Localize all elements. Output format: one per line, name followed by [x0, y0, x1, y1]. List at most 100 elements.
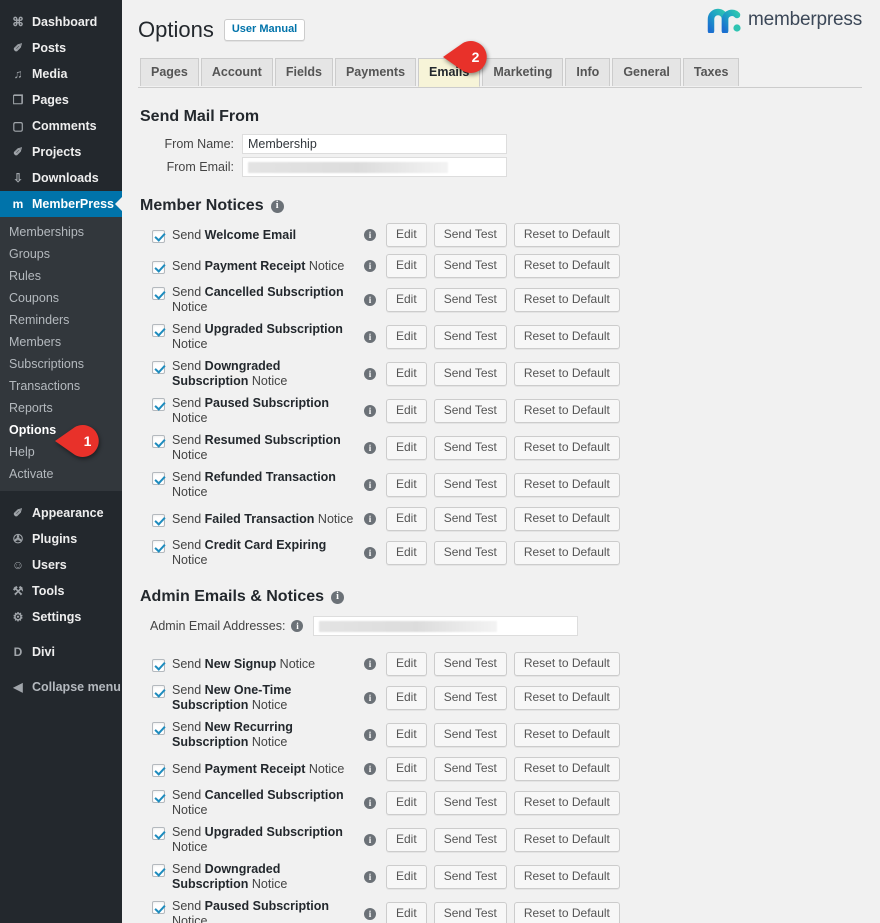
edit-button[interactable]: Edit — [386, 254, 427, 278]
send-test-button[interactable]: Send Test — [434, 652, 507, 676]
info-icon[interactable]: i — [364, 547, 376, 559]
edit-button[interactable]: Edit — [386, 223, 427, 247]
edit-button[interactable]: Edit — [386, 686, 427, 710]
tab-account[interactable]: Account — [201, 58, 273, 86]
notice-checkbox[interactable] — [152, 540, 165, 553]
reset-to-default-button[interactable]: Reset to Default — [514, 254, 620, 278]
sidebar-item-settings[interactable]: ⚙Settings — [0, 604, 122, 630]
sidebar-item-media[interactable]: ♫Media — [0, 61, 122, 87]
sidebar-item-pages[interactable]: ❐Pages — [0, 87, 122, 113]
submenu-item-transactions[interactable]: Transactions — [0, 375, 122, 397]
info-icon[interactable]: i — [364, 871, 376, 883]
info-icon[interactable]: i — [364, 834, 376, 846]
reset-to-default-button[interactable]: Reset to Default — [514, 507, 620, 531]
info-icon[interactable]: i — [364, 442, 376, 454]
notice-checkbox[interactable] — [152, 472, 165, 485]
info-icon[interactable]: i — [364, 405, 376, 417]
notice-checkbox[interactable] — [152, 361, 165, 374]
send-test-button[interactable]: Send Test — [434, 288, 507, 312]
submenu-item-reports[interactable]: Reports — [0, 397, 122, 419]
submenu-item-activate[interactable]: Activate — [0, 463, 122, 485]
submenu-item-rules[interactable]: Rules — [0, 265, 122, 287]
sidebar-item-appearance[interactable]: ✐Appearance — [0, 500, 122, 526]
reset-to-default-button[interactable]: Reset to Default — [514, 399, 620, 423]
edit-button[interactable]: Edit — [386, 757, 427, 781]
info-icon[interactable]: i — [364, 294, 376, 306]
info-icon[interactable]: i — [291, 620, 303, 632]
info-icon[interactable]: i — [364, 658, 376, 670]
tab-payments[interactable]: Payments — [335, 58, 416, 86]
submenu-item-coupons[interactable]: Coupons — [0, 287, 122, 309]
user-manual-button[interactable]: User Manual — [224, 19, 305, 41]
sidebar-item-plugins[interactable]: ✇Plugins — [0, 526, 122, 552]
info-icon[interactable]: i — [364, 331, 376, 343]
submenu-item-groups[interactable]: Groups — [0, 243, 122, 265]
notice-checkbox[interactable] — [152, 864, 165, 877]
edit-button[interactable]: Edit — [386, 828, 427, 852]
submenu-item-subscriptions[interactable]: Subscriptions — [0, 353, 122, 375]
info-icon[interactable]: i — [364, 513, 376, 525]
reset-to-default-button[interactable]: Reset to Default — [514, 473, 620, 497]
notice-checkbox[interactable] — [152, 790, 165, 803]
sidebar-item-downloads[interactable]: ⇩Downloads — [0, 165, 122, 191]
info-icon[interactable]: i — [364, 729, 376, 741]
send-test-button[interactable]: Send Test — [434, 507, 507, 531]
send-test-button[interactable]: Send Test — [434, 686, 507, 710]
send-test-button[interactable]: Send Test — [434, 865, 507, 889]
info-icon[interactable]: i — [364, 368, 376, 380]
edit-button[interactable]: Edit — [386, 362, 427, 386]
info-icon[interactable]: i — [364, 260, 376, 272]
notice-checkbox[interactable] — [152, 901, 165, 914]
notice-checkbox[interactable] — [152, 514, 165, 527]
reset-to-default-button[interactable]: Reset to Default — [514, 757, 620, 781]
edit-button[interactable]: Edit — [386, 652, 427, 676]
admin-email-input[interactable] — [313, 616, 578, 636]
tab-info[interactable]: Info — [565, 58, 610, 86]
reset-to-default-button[interactable]: Reset to Default — [514, 223, 620, 247]
edit-button[interactable]: Edit — [386, 288, 427, 312]
edit-button[interactable]: Edit — [386, 473, 427, 497]
reset-to-default-button[interactable]: Reset to Default — [514, 652, 620, 676]
send-test-button[interactable]: Send Test — [434, 254, 507, 278]
notice-checkbox[interactable] — [152, 659, 165, 672]
from-name-input[interactable]: Membership — [242, 134, 507, 154]
sidebar-item-comments[interactable]: ▢Comments — [0, 113, 122, 139]
from-email-input[interactable] — [242, 157, 507, 177]
sidebar-item-posts[interactable]: ✐Posts — [0, 35, 122, 61]
tab-fields[interactable]: Fields — [275, 58, 333, 86]
edit-button[interactable]: Edit — [386, 436, 427, 460]
info-icon[interactable]: i — [331, 591, 344, 604]
sidebar-item-tools[interactable]: ⚒Tools — [0, 578, 122, 604]
notice-checkbox[interactable] — [152, 685, 165, 698]
edit-button[interactable]: Edit — [386, 791, 427, 815]
info-icon[interactable]: i — [364, 797, 376, 809]
edit-button[interactable]: Edit — [386, 507, 427, 531]
submenu-item-memberships[interactable]: Memberships — [0, 221, 122, 243]
sidebar-item-dashboard[interactable]: ⌘Dashboard — [0, 9, 122, 35]
reset-to-default-button[interactable]: Reset to Default — [514, 865, 620, 889]
notice-checkbox[interactable] — [152, 287, 165, 300]
send-test-button[interactable]: Send Test — [434, 541, 507, 565]
info-icon[interactable]: i — [364, 692, 376, 704]
tab-general[interactable]: General — [612, 58, 681, 86]
submenu-item-reminders[interactable]: Reminders — [0, 309, 122, 331]
send-test-button[interactable]: Send Test — [434, 325, 507, 349]
info-icon[interactable]: i — [271, 200, 284, 213]
notice-checkbox[interactable] — [152, 435, 165, 448]
tab-taxes[interactable]: Taxes — [683, 58, 740, 86]
sidebar-item-users[interactable]: ☺Users — [0, 552, 122, 578]
reset-to-default-button[interactable]: Reset to Default — [514, 436, 620, 460]
notice-checkbox[interactable] — [152, 722, 165, 735]
info-icon[interactable]: i — [364, 763, 376, 775]
submenu-item-members[interactable]: Members — [0, 331, 122, 353]
sidebar-item-projects[interactable]: ✐Projects — [0, 139, 122, 165]
notice-checkbox[interactable] — [152, 764, 165, 777]
reset-to-default-button[interactable]: Reset to Default — [514, 902, 620, 923]
notice-checkbox[interactable] — [152, 398, 165, 411]
sidebar-item-memberpress[interactable]: mMemberPress — [0, 191, 122, 217]
send-test-button[interactable]: Send Test — [434, 223, 507, 247]
edit-button[interactable]: Edit — [386, 541, 427, 565]
notice-checkbox[interactable] — [152, 261, 165, 274]
send-test-button[interactable]: Send Test — [434, 473, 507, 497]
send-test-button[interactable]: Send Test — [434, 828, 507, 852]
